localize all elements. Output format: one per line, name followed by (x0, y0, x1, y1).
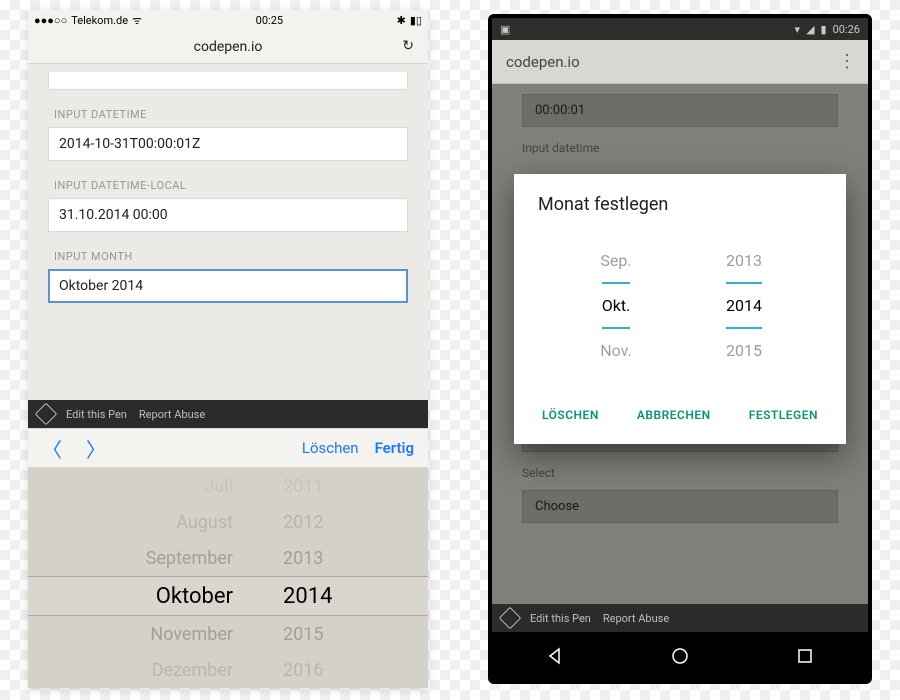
android-status-bar: ▣ ▾ ◢ ▮ 00:26 (492, 18, 868, 40)
wheel-month-selected[interactable]: Oktober (113, 584, 233, 609)
wifi-icon: ᯤ (132, 13, 142, 28)
report-abuse-link[interactable]: Report Abuse (139, 408, 205, 421)
prev-group-bottom (48, 72, 408, 90)
month-prev[interactable]: Sep. (600, 239, 631, 282)
android-device: ▣ ▾ ◢ ▮ 00:26 codepen.io ⋮ 00:00:01 Inpu… (488, 14, 872, 684)
android-url-bar[interactable]: codepen.io ⋮ (492, 40, 868, 84)
android-nav-bar (492, 632, 868, 680)
wheel-year[interactable]: 2016 (283, 660, 343, 681)
year-spinner[interactable]: 2013 2014 2015 (704, 239, 784, 372)
codepen-footer: Edit this Pen Report Abuse (28, 400, 428, 428)
ios-url-bar[interactable]: codepen.io ↻ (28, 30, 428, 64)
label-datetime: INPUT DATETIME (54, 108, 412, 121)
ios-date-wheel[interactable]: Juli 2011 August 2012 September 2013 Oktobe… (28, 468, 428, 688)
notification-icon: ▣ (500, 23, 510, 36)
carrier-label: Telekom.de (71, 14, 128, 27)
delete-button[interactable]: LÖSCHEN (538, 400, 603, 430)
edit-pen-link[interactable]: Edit this Pen (530, 612, 591, 625)
overflow-menu-icon[interactable]: ⋮ (838, 51, 854, 72)
input-month[interactable]: Oktober 2014 (48, 269, 408, 303)
input-datetime-local[interactable]: 31.10.2014 00:00 (48, 198, 408, 232)
wheel-year[interactable]: 2013 (283, 548, 343, 569)
wheel-month[interactable]: August (113, 512, 233, 533)
prev-field-button[interactable]: 〈 (42, 434, 62, 463)
cancel-button[interactable]: ABBRECHEN (633, 400, 715, 430)
ios-picker-toolbar: 〈 〉 Löschen Fertig (28, 428, 428, 468)
year-next[interactable]: 2015 (726, 329, 762, 372)
done-button[interactable]: Fertig (375, 439, 414, 457)
status-time: 00:26 (833, 23, 860, 36)
status-time: 00:25 (256, 14, 283, 27)
back-button[interactable] (541, 642, 569, 670)
wheel-year[interactable]: 2012 (283, 512, 343, 533)
edit-pen-link[interactable]: Edit this Pen (66, 408, 127, 421)
label-datetime-local: INPUT DATETIME-LOCAL (54, 179, 412, 192)
url-text: codepen.io (194, 39, 263, 55)
bluetooth-icon: ✱ (397, 14, 406, 27)
dialog-title: Monat festlegen (538, 194, 822, 215)
codepen-footer: Edit this Pen Report Abuse (492, 604, 868, 632)
clear-button[interactable]: Löschen (302, 439, 359, 457)
wheel-year[interactable]: 2011 (283, 476, 343, 497)
url-text: codepen.io (506, 53, 580, 71)
wifi-icon: ▾ (795, 23, 801, 36)
wheel-month[interactable]: Juli (113, 476, 233, 497)
refresh-icon[interactable]: ↻ (402, 38, 414, 54)
codepen-logo-icon (499, 607, 522, 630)
battery-icon: ▮▯ (410, 14, 422, 27)
month-next[interactable]: Nov. (600, 329, 632, 372)
month-picker-dialog: Monat festlegen Sep. Okt. Nov. 2013 2014… (514, 174, 846, 444)
wheel-year[interactable]: 2015 (283, 624, 343, 645)
year-prev[interactable]: 2013 (726, 239, 762, 282)
wheel-year-selected[interactable]: 2014 (283, 584, 343, 609)
ios-page-content: INPUT DATETIME 2014-10-31T00:00:01Z INPU… (28, 64, 428, 400)
wheel-month[interactable]: November (113, 624, 233, 645)
recents-button[interactable] (791, 642, 819, 670)
wheel-month[interactable]: Dezember (113, 660, 233, 681)
input-datetime[interactable]: 2014-10-31T00:00:01Z (48, 127, 408, 161)
ios-device: ●●●○○ Telekom.de ᯤ 00:25 ✱ ▮▯ codepen.io… (28, 10, 428, 688)
label-month: INPUT MONTH (54, 250, 412, 263)
next-field-button[interactable]: 〉 (86, 434, 106, 463)
month-selected[interactable]: Okt. (602, 282, 631, 329)
wheel-month[interactable]: September (113, 548, 233, 569)
battery-icon: ▮ (821, 23, 827, 36)
month-spinner[interactable]: Sep. Okt. Nov. (576, 239, 656, 372)
report-abuse-link[interactable]: Report Abuse (603, 612, 669, 625)
set-button[interactable]: FESTLEGEN (745, 400, 822, 430)
codepen-logo-icon (35, 403, 58, 426)
ios-status-bar: ●●●○○ Telekom.de ᯤ 00:25 ✱ ▮▯ (28, 10, 428, 30)
signal-dots-icon: ●●●○○ (34, 14, 67, 27)
home-button[interactable] (666, 642, 694, 670)
signal-icon: ◢ (806, 23, 814, 36)
year-selected[interactable]: 2014 (726, 282, 762, 329)
